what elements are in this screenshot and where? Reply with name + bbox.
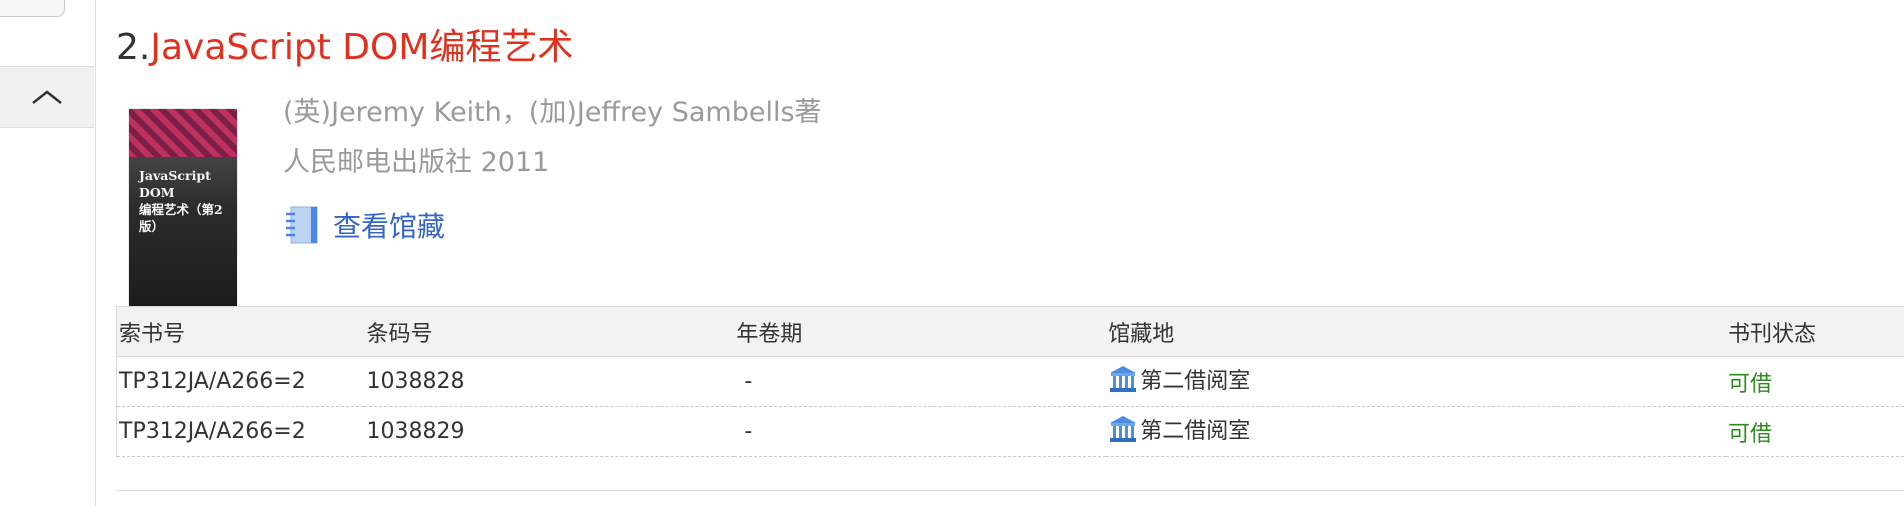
collapse-button[interactable] [0, 66, 94, 128]
cover-title-line1: JavaScript DOM [139, 168, 211, 200]
book-cover-image[interactable]: JavaScript DOM 编程艺术（第2版） [129, 109, 237, 306]
table-row: TP312JA/A266=2 1038828 - 第二借阅室 可借 [116, 356, 1904, 407]
chevron-up-icon [32, 90, 62, 104]
holdings-table: 索书号 条码号 年卷期 馆藏地 书刊状态 TP312JA/A266=2 1038… [116, 306, 1904, 457]
section-divider [116, 490, 1904, 491]
view-holdings-link[interactable]: 查看馆藏 [283, 203, 445, 247]
cell-location: 第二借阅室 [1106, 406, 1727, 457]
status-available: 可借 [1726, 356, 1904, 407]
cover-title-line2: 编程艺术（第2版） [139, 202, 223, 234]
header-call-number: 索书号 [116, 306, 365, 357]
notebook-icon [286, 206, 318, 244]
cell-barcode: 1038828 [364, 356, 735, 407]
cell-barcode: 1038829 [364, 406, 735, 457]
cover-caption: JavaScript DOM 编程艺术（第2版） [129, 157, 237, 235]
book-title-link[interactable]: JavaScript DOM编程艺术 [150, 27, 573, 68]
cover-pattern [129, 109, 237, 157]
library-building-icon [1110, 366, 1137, 392]
location-label: 第二借阅室 [1140, 419, 1251, 444]
view-holdings-label: 查看馆藏 [333, 210, 446, 243]
location-label: 第二借阅室 [1140, 369, 1251, 394]
header-status: 书刊状态 [1726, 306, 1904, 357]
header-barcode: 条码号 [364, 306, 735, 357]
cell-location: 第二借阅室 [1106, 356, 1727, 407]
status-available: 可借 [1726, 406, 1904, 457]
sidebar-handle[interactable] [0, 0, 65, 17]
book-authors: (英)Jeremy Keith，(加)Jeffrey Sambells著 [283, 97, 822, 128]
result-index: 2. [116, 27, 151, 68]
table-row: TP312JA/A266=2 1038829 - 第二借阅室 可借 [116, 406, 1904, 457]
page: 2.JavaScript DOM编程艺术 JavaScript DOM 编程艺术… [0, 0, 1904, 506]
library-building-icon [1110, 416, 1137, 442]
holdings-header-row: 索书号 条码号 年卷期 馆藏地 书刊状态 [116, 306, 1904, 357]
header-location: 馆藏地 [1106, 306, 1727, 357]
left-sidebar [0, 0, 96, 506]
book-publisher: 人民邮电出版社 2011 [283, 147, 550, 178]
cell-call-number: TP312JA/A266=2 [116, 406, 365, 457]
cell-call-number: TP312JA/A266=2 [116, 356, 365, 407]
book-title: 2.JavaScript DOM编程艺术 [116, 18, 573, 70]
cell-volume: - [734, 406, 1107, 457]
cell-volume: - [734, 356, 1107, 407]
header-volume: 年卷期 [734, 306, 1107, 357]
